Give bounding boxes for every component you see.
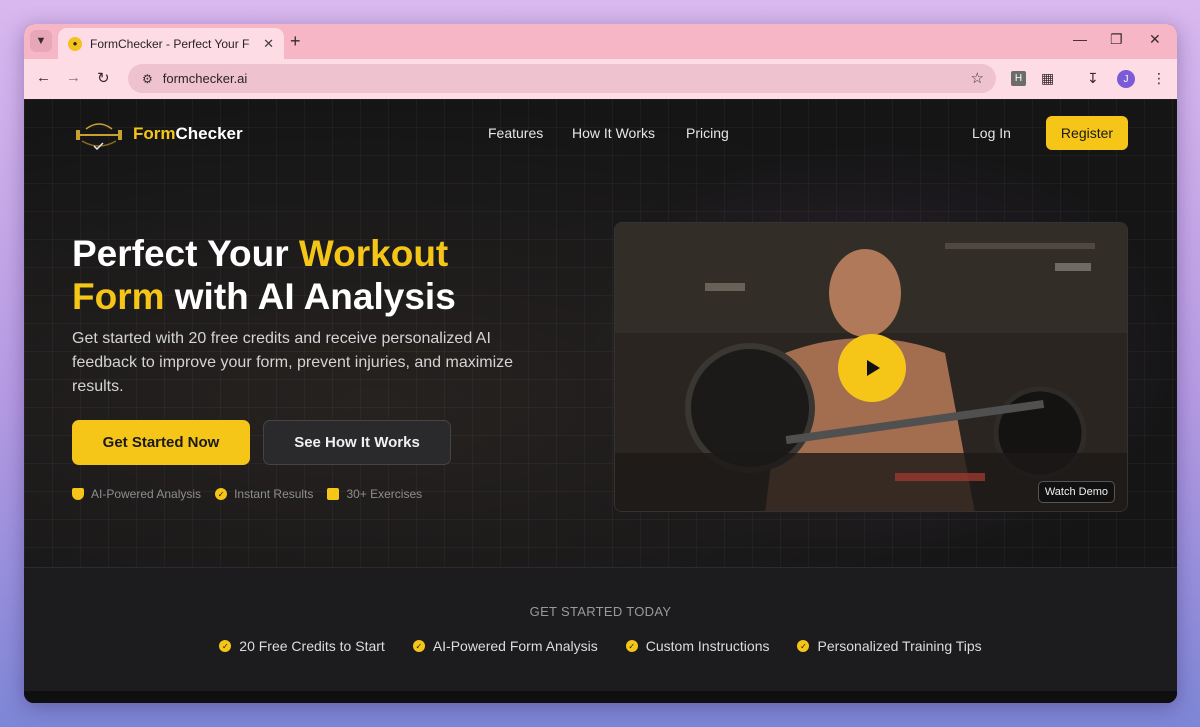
extension-h-icon[interactable]: H <box>1011 71 1026 86</box>
profile-avatar[interactable]: J <box>1117 70 1135 88</box>
benefit-label: AI-Powered Form Analysis <box>432 638 598 654</box>
play-button[interactable] <box>838 334 906 402</box>
close-window-icon[interactable]: ✕ <box>1149 31 1161 48</box>
feature-label: Instant Results <box>234 487 314 501</box>
feature-label: 30+ Exercises <box>346 487 423 501</box>
restore-icon[interactable]: ❐ <box>1110 31 1123 48</box>
back-icon[interactable]: ← <box>36 69 51 86</box>
register-button[interactable]: Register <box>1046 116 1128 150</box>
bookmark-star-icon[interactable]: ☆ <box>971 69 984 87</box>
check-circle-icon: ✓ <box>797 640 810 652</box>
shield-icon <box>72 488 84 500</box>
section-title: GET STARTED TODAY <box>529 604 672 619</box>
new-tab-icon[interactable]: + <box>290 31 301 52</box>
benefit-label: Custom Instructions <box>645 638 770 654</box>
tab-close-icon[interactable]: ✕ <box>263 36 274 52</box>
benefits-list: ✓ 20 Free Credits to Start ✓ AI-Powered … <box>24 638 1177 654</box>
browser-tab[interactable]: ● FormChecker - Perfect Your Form ✕ <box>58 28 284 59</box>
dumbbell-icon <box>327 488 340 500</box>
menu-kebab-icon[interactable]: ⋮ <box>1152 70 1166 87</box>
benefit-item: ✓ Personalized Training Tips <box>797 638 982 654</box>
check-circle-icon: ✓ <box>625 640 638 652</box>
feature-label: AI-Powered Analysis <box>91 487 202 501</box>
check-circle-icon: ✓ <box>219 640 232 652</box>
check-circle-icon: ✓ <box>412 640 425 652</box>
feature-instant-results: ✓ Instant Results <box>215 487 313 501</box>
site-settings-icon[interactable]: ⚙ <box>142 72 153 86</box>
brand-name[interactable]: FormChecker <box>133 124 243 144</box>
play-icon <box>867 360 880 376</box>
benefit-item: ✓ Custom Instructions <box>625 638 770 654</box>
hero-subtitle: Get started with 20 free credits and rec… <box>72 330 514 395</box>
hero-title: Perfect Your Workout Form with AI Analysi… <box>72 232 592 318</box>
page-bottom-edge <box>24 691 1177 703</box>
nav-link-how-it-works[interactable]: How It Works <box>572 125 655 141</box>
hero-title-part1: Perfect Your <box>72 233 299 274</box>
get-started-section: GET STARTED TODAY ✓ 20 Free Credits to S… <box>24 567 1177 691</box>
brand-prefix: Form <box>133 124 176 143</box>
url-text: formchecker.ai <box>162 71 248 86</box>
minimize-icon[interactable]: — <box>1073 31 1087 47</box>
see-how-it-works-button[interactable]: See How It Works <box>263 420 451 465</box>
hero-title-accent1: Workout <box>298 233 449 274</box>
benefit-item: ✓ 20 Free Credits to Start <box>219 638 385 654</box>
login-link[interactable]: Log In <box>972 125 1011 141</box>
nav-link-pricing[interactable]: Pricing <box>686 125 729 141</box>
logo-dumbbell-icon[interactable] <box>72 117 126 153</box>
browser-window: ▼ ● FormChecker - Perfect Your Form ✕ + … <box>24 24 1177 703</box>
benefit-label: 20 Free Credits to Start <box>239 638 385 654</box>
get-started-button[interactable]: Get Started Now <box>72 420 250 465</box>
tab-strip: ▼ ● FormChecker - Perfect Your Form ✕ + … <box>24 24 1177 59</box>
tab-title: FormChecker - Perfect Your Form <box>90 36 250 51</box>
extensions-puzzle-icon[interactable]: ▦ <box>1041 70 1054 87</box>
watch-demo-label[interactable]: Watch Demo <box>1037 481 1115 503</box>
forward-icon[interactable]: → <box>66 69 81 86</box>
nav-link-features[interactable]: Features <box>488 125 543 141</box>
page-content: FormChecker Features How It Works Pricin… <box>24 99 1177 703</box>
hero-features: AI-Powered Analysis ✓ Instant Results 30… <box>72 487 422 501</box>
feature-exercises: 30+ Exercises <box>327 487 422 501</box>
site-nav: FormChecker Features How It Works Pricin… <box>24 99 1177 167</box>
reload-icon[interactable]: ↻ <box>97 69 110 87</box>
browser-toolbar: ← → ↻ ⚙ formchecker.ai ☆ H ▦ ↧ J ⋮ <box>24 59 1177 99</box>
hero-title-accent2: Form <box>72 276 165 317</box>
favicon-icon: ● <box>68 36 82 51</box>
feature-ai-analysis: AI-Powered Analysis <box>72 487 201 501</box>
brand-suffix: Checker <box>175 124 243 143</box>
download-icon[interactable]: ↧ <box>1087 70 1099 87</box>
hero-title-part2: with AI Analysis <box>164 276 456 317</box>
benefit-label: Personalized Training Tips <box>817 638 982 654</box>
demo-video[interactable]: Watch Demo <box>614 222 1128 512</box>
address-bar[interactable]: ⚙ formchecker.ai ☆ <box>128 64 996 93</box>
benefit-item: ✓ AI-Powered Form Analysis <box>412 638 598 654</box>
check-circle-icon: ✓ <box>215 488 228 500</box>
tab-search-chevron-icon[interactable]: ▼ <box>30 30 52 52</box>
